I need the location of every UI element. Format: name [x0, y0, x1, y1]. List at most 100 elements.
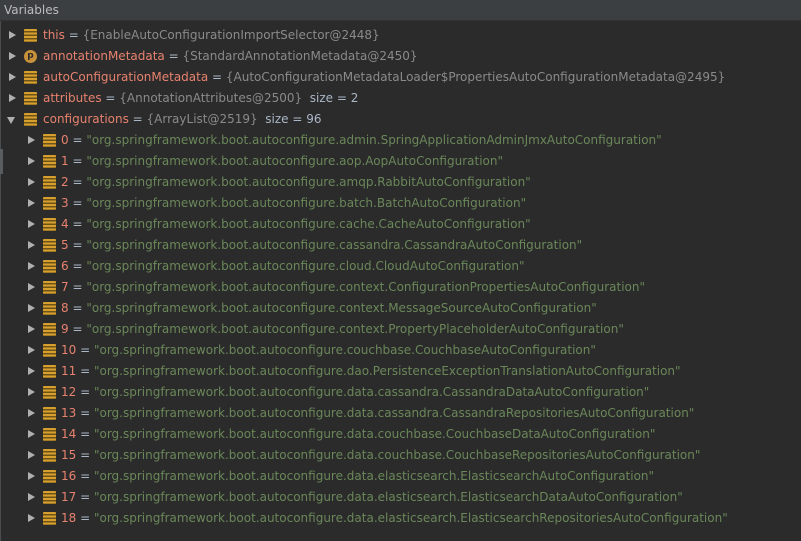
item-index: 15 [61, 448, 77, 462]
expand-arrow-icon[interactable] [26, 130, 36, 151]
field-icon [24, 92, 37, 105]
list-item[interactable]: 2 = "org.springframework.boot.autoconfig… [0, 172, 801, 193]
item-index: 17 [61, 490, 77, 504]
expand-arrow-icon[interactable] [26, 424, 36, 445]
list-item[interactable]: 18 = "org.springframework.boot.autoconfi… [0, 508, 801, 529]
field-icon [43, 260, 56, 273]
expand-arrow-icon[interactable] [7, 88, 17, 109]
item-value: "org.springframework.boot.autoconfigure.… [86, 280, 645, 294]
variable-row-annotationMetadata[interactable]: p annotationMetadata = {StandardAnnotati… [0, 46, 801, 67]
list-item[interactable]: 6 = "org.springframework.boot.autoconfig… [0, 256, 801, 277]
variable-row-this[interactable]: this = {EnableAutoConfigurationImportSel… [0, 25, 801, 46]
variable-row-autoConfigurationMetadata[interactable]: autoConfigurationMetadata = {AutoConfigu… [0, 67, 801, 88]
item-value: "org.springframework.boot.autoconfigure.… [86, 175, 531, 189]
list-item[interactable]: 17 = "org.springframework.boot.autoconfi… [0, 487, 801, 508]
item-index: 13 [61, 406, 77, 420]
expand-arrow-icon[interactable] [26, 298, 36, 319]
variable-name: configurations [43, 112, 129, 126]
expand-arrow-icon[interactable] [26, 277, 36, 298]
list-item[interactable]: 3 = "org.springframework.boot.autoconfig… [0, 193, 801, 214]
item-index: 11 [61, 364, 77, 378]
field-icon [43, 302, 56, 315]
expand-arrow-icon[interactable] [26, 256, 36, 277]
field-icon [43, 512, 56, 525]
field-icon [43, 428, 56, 441]
item-value: "org.springframework.boot.autoconfigure.… [93, 406, 695, 420]
expand-arrow-icon[interactable] [26, 382, 36, 403]
list-item[interactable]: 15 = "org.springframework.boot.autoconfi… [0, 445, 801, 466]
expand-arrow-icon[interactable] [26, 172, 36, 193]
expand-arrow-icon[interactable] [26, 466, 36, 487]
variables-panel-header: Variables [0, 0, 801, 21]
field-icon [24, 71, 37, 84]
variable-value: {AnnotationAttributes@2500} [119, 91, 303, 105]
list-item[interactable]: 1 = "org.springframework.boot.autoconfig… [0, 151, 801, 172]
item-index: 12 [61, 385, 77, 399]
item-value: "org.springframework.boot.autoconfigure.… [93, 511, 728, 525]
item-index: 14 [61, 427, 77, 441]
list-item[interactable]: 13 = "org.springframework.boot.autoconfi… [0, 403, 801, 424]
list-item[interactable]: 12 = "org.springframework.boot.autoconfi… [0, 382, 801, 403]
expand-arrow-icon[interactable] [26, 445, 36, 466]
variable-name: this [43, 28, 65, 42]
item-value: "org.springframework.boot.autoconfigure.… [93, 427, 656, 441]
item-index: 2 [61, 175, 69, 189]
collapse-arrow-icon[interactable] [7, 109, 17, 130]
item-value: "org.springframework.boot.autoconfigure.… [86, 133, 662, 147]
field-icon [43, 365, 56, 378]
expand-arrow-icon[interactable] [7, 46, 17, 67]
variable-name: autoConfigurationMetadata [43, 70, 209, 84]
variable-value: {AutoConfigurationMetadataLoader$Propert… [225, 70, 726, 84]
field-icon [43, 386, 56, 399]
variable-row-attributes[interactable]: attributes = {AnnotationAttributes@2500}… [0, 88, 801, 109]
item-value: "org.springframework.boot.autoconfigure.… [86, 217, 531, 231]
list-item[interactable]: 7 = "org.springframework.boot.autoconfig… [0, 277, 801, 298]
expand-arrow-icon[interactable] [26, 193, 36, 214]
expand-arrow-icon[interactable] [26, 235, 36, 256]
size-label: size = 2 [309, 91, 359, 105]
list-item[interactable]: 10 = "org.springframework.boot.autoconfi… [0, 340, 801, 361]
item-index: 0 [61, 133, 69, 147]
variable-value: {StandardAnnotationMetadata@2450} [182, 49, 418, 63]
list-item[interactable]: 9 = "org.springframework.boot.autoconfig… [0, 319, 801, 340]
expand-arrow-icon[interactable] [26, 319, 36, 340]
list-item[interactable]: 14 = "org.springframework.boot.autoconfi… [0, 424, 801, 445]
item-value: "org.springframework.boot.autoconfigure.… [86, 196, 527, 210]
expand-arrow-icon[interactable] [7, 25, 17, 46]
item-value: "org.springframework.boot.autoconfigure.… [86, 322, 624, 336]
expand-arrow-icon[interactable] [26, 403, 36, 424]
list-item[interactable]: 0 = "org.springframework.boot.autoconfig… [0, 130, 801, 151]
list-item[interactable]: 8 = "org.springframework.boot.autoconfig… [0, 298, 801, 319]
list-item[interactable]: 16 = "org.springframework.boot.autoconfi… [0, 466, 801, 487]
list-item[interactable]: 4 = "org.springframework.boot.autoconfig… [0, 214, 801, 235]
item-index: 9 [61, 322, 69, 336]
item-value: "org.springframework.boot.autoconfigure.… [93, 469, 655, 483]
item-index: 18 [61, 511, 77, 525]
variable-value: {ArrayList@2519} [146, 112, 258, 126]
item-index: 4 [61, 217, 69, 231]
item-index: 8 [61, 301, 69, 315]
expand-arrow-icon[interactable] [26, 361, 36, 382]
expand-arrow-icon[interactable] [26, 487, 36, 508]
expand-arrow-icon[interactable] [26, 151, 36, 172]
field-icon [43, 344, 56, 357]
item-value: "org.springframework.boot.autoconfigure.… [93, 364, 681, 378]
field-icon [43, 218, 56, 231]
expand-arrow-icon[interactable] [26, 340, 36, 361]
item-index: 5 [61, 238, 69, 252]
expand-arrow-icon[interactable] [26, 214, 36, 235]
expand-arrow-icon[interactable] [26, 508, 36, 529]
item-value: "org.springframework.boot.autoconfigure.… [93, 490, 683, 504]
param-icon: p [24, 50, 37, 63]
item-index: 16 [61, 469, 77, 483]
variable-row-configurations[interactable]: configurations = {ArrayList@2519} size =… [0, 109, 801, 130]
item-value: "org.springframework.boot.autoconfigure.… [93, 343, 596, 357]
expand-arrow-icon[interactable] [7, 67, 17, 88]
variables-tree: this = {EnableAutoConfigurationImportSel… [0, 21, 801, 541]
field-icon [43, 470, 56, 483]
list-item[interactable]: 5 = "org.springframework.boot.autoconfig… [0, 235, 801, 256]
field-icon [24, 29, 37, 42]
item-index: 10 [61, 343, 77, 357]
item-value: "org.springframework.boot.autoconfigure.… [93, 385, 650, 399]
list-item[interactable]: 11 = "org.springframework.boot.autoconfi… [0, 361, 801, 382]
